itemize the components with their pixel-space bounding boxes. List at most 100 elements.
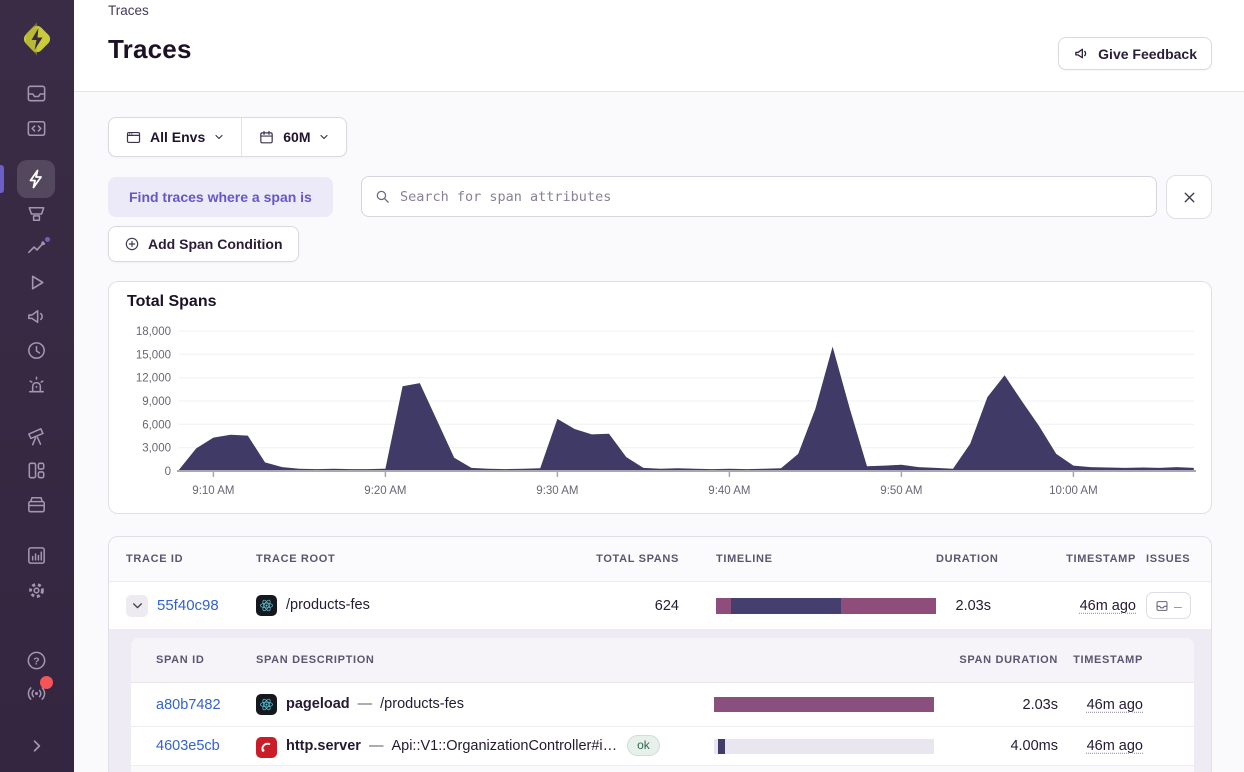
col-timeline: TIMELINE	[716, 553, 773, 565]
svg-text:9:10 AM: 9:10 AM	[192, 485, 234, 497]
react-icon	[256, 694, 277, 715]
span-table-header: SPAN ID SPAN DESCRIPTION SPAN DURATION T…	[131, 638, 1194, 683]
stats-icon[interactable]	[22, 541, 50, 569]
span-duration: 4.00ms	[1010, 738, 1058, 754]
settings-icon[interactable]	[22, 576, 50, 604]
svg-text:9:40 AM: 9:40 AM	[708, 485, 750, 497]
span-duration-bar	[714, 697, 934, 712]
performance-icon[interactable]	[22, 199, 50, 227]
svg-text:12,000: 12,000	[136, 373, 171, 385]
chevron-down-icon	[215, 134, 223, 140]
trace-table-header: TRACE ID TRACE ROOT TOTAL SPANS TIMELINE…	[109, 537, 1211, 582]
issues-icon	[1156, 600, 1168, 611]
chevron-down-icon	[132, 603, 142, 609]
alerts-icon[interactable]	[22, 370, 50, 398]
issues-count: –	[1174, 597, 1182, 614]
span-timestamp[interactable]: 46m ago	[1087, 738, 1143, 754]
environment-filter[interactable]: All Envs	[109, 118, 241, 156]
expanded-trace-section: SPAN ID SPAN DESCRIPTION SPAN DURATION T…	[109, 629, 1211, 772]
span-id-link[interactable]: a80b7482	[156, 697, 221, 713]
time-range-filter[interactable]: 60M	[241, 118, 346, 156]
ruby-icon	[256, 736, 277, 758]
trace-timestamp[interactable]: 46m ago	[1080, 598, 1136, 614]
filter-button-group: All Envs 60M	[108, 117, 348, 157]
active-nav-indicator	[0, 165, 4, 193]
svg-text:9:50 AM: 9:50 AM	[880, 485, 922, 497]
time-range-filter-label: 60M	[283, 129, 311, 145]
svg-text:3,000: 3,000	[142, 443, 171, 455]
releases-icon[interactable]	[22, 336, 50, 364]
span-description: /products-fes	[380, 696, 464, 712]
span-row: 4603e5cb http.server — Api::V1::Organizati…	[131, 727, 1194, 766]
svg-text:9:30 AM: 9:30 AM	[536, 485, 578, 497]
svg-text:18,000: 18,000	[136, 326, 171, 338]
breadcrumb[interactable]: Traces	[108, 3, 149, 18]
col-span-timestamp: TIMESTAMP	[1073, 654, 1143, 666]
col-span-description: SPAN DESCRIPTION	[256, 654, 375, 666]
col-timestamp: TIMESTAMP	[1066, 553, 1136, 565]
trace-table: TRACE ID TRACE ROOT TOTAL SPANS TIMELINE…	[108, 536, 1212, 772]
traces-page: ? Traces Traces Give Feedback All Envs 6…	[0, 0, 1244, 772]
span-timestamp[interactable]: 46m ago	[1087, 697, 1143, 713]
window-icon	[125, 129, 142, 146]
projects-icon[interactable]	[22, 114, 50, 142]
feedback-icon[interactable]	[22, 302, 50, 330]
sentry-logo[interactable]	[17, 19, 57, 59]
search-icon	[376, 190, 389, 203]
span-table: SPAN ID SPAN DESCRIPTION SPAN DURATION T…	[131, 638, 1194, 772]
close-icon	[1184, 192, 1194, 202]
help-icon[interactable]: ?	[22, 646, 50, 674]
span-id-link[interactable]: 4603e5cb	[156, 738, 220, 754]
total-spans-chart-panel: 0 3,000 6,000 9,000 12,000 15,000 18,000 9:10 A…	[108, 281, 1212, 514]
collapse-icon[interactable]	[22, 731, 50, 759]
total-spans-value: 624	[654, 597, 679, 614]
trace-timeline-bar	[716, 597, 936, 614]
add-span-condition-button[interactable]: Add Span Condition	[108, 226, 299, 262]
chart-title: Total Spans	[127, 293, 217, 310]
trace-id-link[interactable]: 55f40c98	[157, 596, 219, 613]
span-op: http.server	[286, 737, 361, 754]
span-attributes-searchbar	[361, 176, 1157, 217]
next-row-hint	[131, 766, 1194, 772]
separator: —	[357, 696, 373, 712]
trace-issues-pill[interactable]: –	[1146, 592, 1191, 619]
give-feedback-button[interactable]: Give Feedback	[1058, 37, 1212, 70]
issues-icon[interactable]	[22, 79, 50, 107]
page-header: Traces Traces Give Feedback	[74, 0, 1244, 92]
environment-filter-label: All Envs	[150, 129, 206, 145]
dashboards-icon[interactable]	[22, 456, 50, 484]
span-description: Api::V1::OrganizationController#i…	[391, 737, 618, 754]
svg-text:6,000: 6,000	[142, 419, 171, 431]
chevron-down-icon	[320, 134, 329, 140]
col-span-id: SPAN ID	[156, 654, 205, 666]
span-status-badge: ok	[627, 734, 660, 756]
explore-icon[interactable]	[22, 422, 50, 450]
svg-text:0: 0	[165, 466, 171, 478]
search-input[interactable]	[400, 188, 1144, 205]
span-duration-bar	[714, 738, 934, 754]
span-row: a80b7482 pageload — /products-fes 2.03s 4…	[131, 683, 1194, 727]
expand-trace-button[interactable]	[126, 594, 148, 617]
svg-text:?: ?	[33, 655, 39, 667]
col-trace-root: TRACE ROOT	[256, 553, 336, 565]
trace-root-name: /products-fes	[286, 597, 370, 613]
megaphone-icon	[1073, 45, 1090, 62]
react-icon	[256, 595, 277, 616]
insights-notification-dot	[43, 235, 52, 244]
trace-duration: 2.03s	[955, 597, 991, 614]
col-issues: ISSUES	[1146, 553, 1191, 565]
traces-icon[interactable]	[17, 160, 55, 198]
replays-icon[interactable]	[22, 268, 50, 296]
col-duration: DURATION	[936, 553, 999, 565]
col-total-spans: TOTAL SPANS	[596, 553, 679, 565]
add-span-condition-label: Add Span Condition	[148, 236, 283, 252]
span-op: pageload	[286, 696, 350, 712]
give-feedback-label: Give Feedback	[1098, 45, 1197, 62]
calendar-icon	[258, 129, 275, 146]
find-traces-label: Find traces where a span is	[129, 189, 312, 205]
svg-text:9:20 AM: 9:20 AM	[364, 485, 406, 497]
separator: —	[368, 737, 384, 754]
find-traces-pill: Find traces where a span is	[108, 177, 333, 217]
archive-icon[interactable]	[22, 490, 50, 518]
clear-search-button[interactable]	[1166, 175, 1212, 219]
